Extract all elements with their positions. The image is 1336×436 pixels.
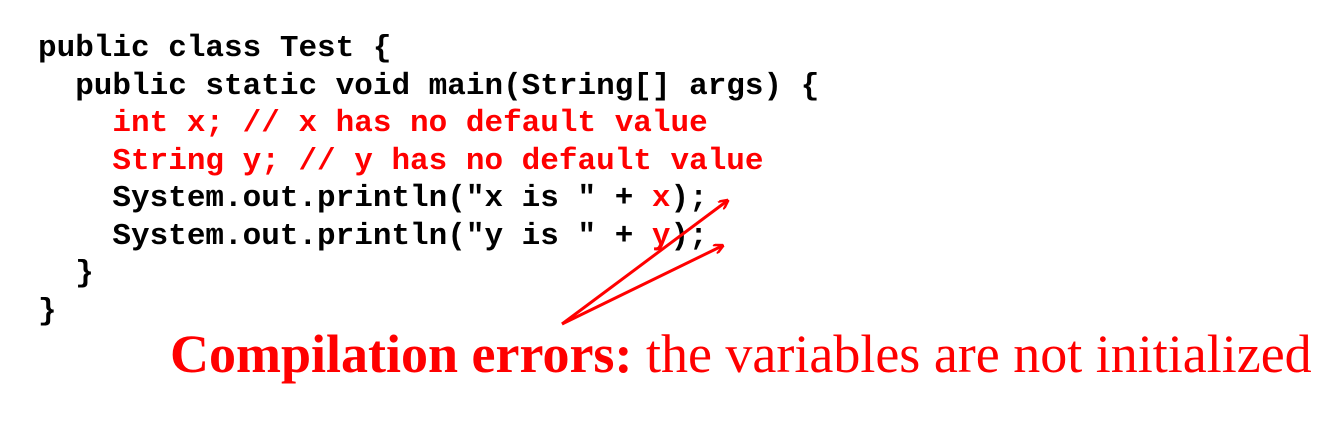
- code-line-println-y: System.out.println("y is " + y);: [38, 218, 819, 256]
- code-line-string-y: String y; // y has no default value: [38, 143, 764, 179]
- caption-bold: Compilation errors:: [170, 324, 633, 384]
- code-line-main-decl: public static void main(String[] args) {: [38, 68, 820, 104]
- code-line-println-x: System.out.println("x is " + x);: [38, 180, 819, 218]
- println-y-suffix: );: [670, 218, 708, 254]
- code-line-int-x: int x; // x has no default value: [38, 106, 708, 141]
- code-block: public class Test { public static void m…: [38, 30, 819, 330]
- println-x-suffix: );: [670, 181, 708, 216]
- compilation-error-caption: Compilation errors: the variables are no…: [170, 323, 1312, 385]
- code-line-close-method: }: [38, 256, 94, 291]
- println-x-prefix: System.out.println("x is " +: [38, 181, 652, 216]
- println-y-prefix: System.out.println("y is " +: [38, 218, 652, 254]
- caption-normal: the variables are not initialized: [632, 324, 1312, 384]
- var-y: y: [651, 218, 671, 254]
- code-line-class-decl: public class Test {: [38, 31, 392, 66]
- var-x: x: [651, 181, 671, 216]
